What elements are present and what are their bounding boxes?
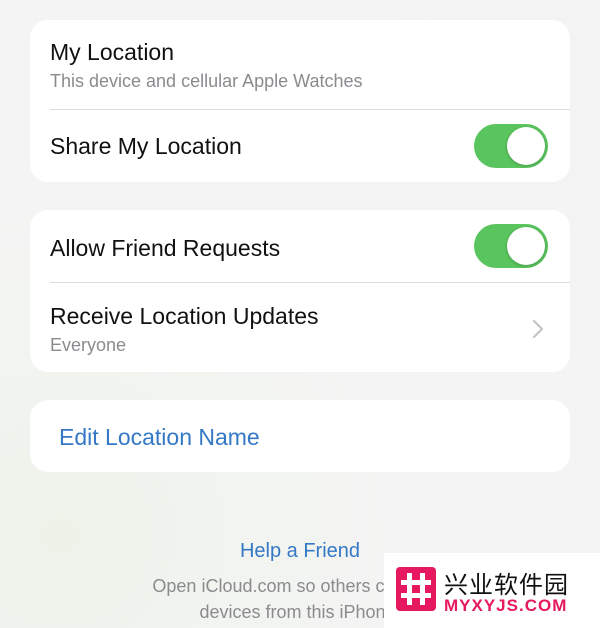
share-location-row: Share My Location — [30, 110, 570, 182]
edit-location-card: Edit Location Name — [30, 400, 570, 472]
chevron-right-icon — [532, 319, 544, 339]
friends-card: Allow Friend Requests Receive Location U… — [30, 210, 570, 372]
watermark-chinese-text: 兴业软件园 — [444, 571, 569, 599]
share-location-label: Share My Location — [50, 133, 242, 159]
location-updates-value: Everyone — [50, 335, 127, 355]
location-updates-row[interactable]: Receive Location Updates Everyone — [30, 283, 570, 372]
toggle-knob — [507, 227, 545, 265]
friend-requests-row: Allow Friend Requests — [30, 210, 570, 282]
watermark: 兴业软件园 MYXYJS.COM — [384, 553, 600, 628]
watermark-site-text: MYXYJS.COM — [444, 596, 568, 615]
toggle-knob — [507, 127, 545, 165]
edit-location-name-button[interactable]: Edit Location Name — [59, 424, 260, 451]
friend-requests-toggle[interactable] — [474, 224, 548, 268]
share-location-toggle[interactable] — [474, 124, 548, 168]
my-location-subtitle: This device and cellular Apple Watches — [50, 71, 363, 91]
friend-requests-label: Allow Friend Requests — [50, 235, 281, 261]
my-location-card: My Location This device and cellular App… — [30, 20, 570, 182]
my-location-title: My Location — [50, 39, 175, 65]
my-location-row: My Location This device and cellular App… — [30, 20, 570, 110]
location-updates-label: Receive Location Updates — [50, 303, 319, 329]
hash-logo-icon — [396, 567, 436, 611]
